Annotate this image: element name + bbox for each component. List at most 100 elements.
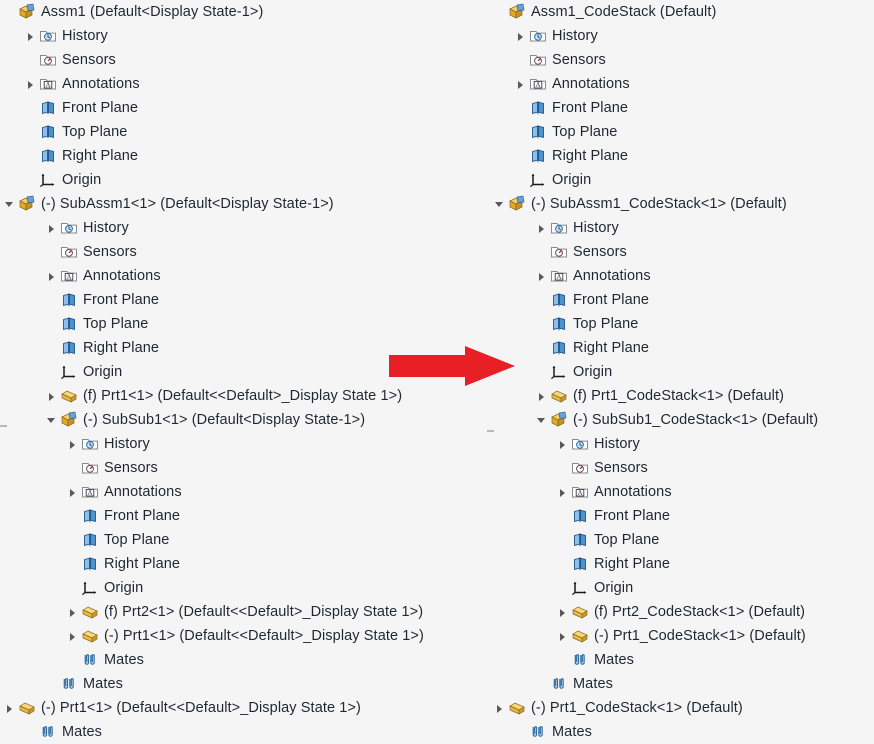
tree-node-row[interactable]: Top Plane [490, 312, 874, 336]
chevron-right-icon[interactable] [515, 79, 526, 90]
tree-node-row[interactable]: Top Plane [0, 528, 490, 552]
twisty-placeholder [46, 679, 57, 690]
tree-node-row[interactable]: (f) Prt1_CodeStack<1> (Default) [490, 384, 874, 408]
chevron-right-icon[interactable] [557, 487, 568, 498]
tree-node-row[interactable]: Mates [490, 672, 874, 696]
tree-node-row[interactable]: (-) SubSub1_CodeStack<1> (Default) [490, 408, 874, 432]
tree-node-row[interactable]: A Annotations [0, 480, 490, 504]
twisty-placeholder [536, 343, 547, 354]
tree-node-row[interactable]: Right Plane [0, 144, 490, 168]
tree-node-label: Origin [594, 580, 634, 596]
tree-node-row[interactable]: Top Plane [490, 120, 874, 144]
chevron-right-icon[interactable] [25, 79, 36, 90]
tree-node-row[interactable]: Top Plane [0, 312, 490, 336]
tree-node-row[interactable]: Sensors [0, 48, 490, 72]
tree-node-row[interactable]: History [0, 216, 490, 240]
twisty-placeholder [46, 319, 57, 330]
tree-node-label: Front Plane [83, 292, 160, 308]
chevron-right-icon[interactable] [4, 703, 15, 714]
chevron-right-icon[interactable] [25, 31, 36, 42]
tree-node-row[interactable]: A Annotations [0, 264, 490, 288]
tree-node-row[interactable]: Top Plane [490, 528, 874, 552]
tree-node-label: Mates [573, 676, 613, 692]
tree-node-row[interactable]: A Annotations [490, 72, 874, 96]
tree-node-row[interactable]: Front Plane [490, 504, 874, 528]
plane-icon [39, 147, 57, 165]
chevron-right-icon[interactable] [46, 271, 57, 282]
tree-node-row[interactable]: Sensors [490, 240, 874, 264]
tree-node-row[interactable]: Front Plane [490, 96, 874, 120]
tree-node-row[interactable]: Top Plane [0, 120, 490, 144]
twisty-placeholder [515, 151, 526, 162]
tree-node-row[interactable]: Origin [0, 168, 490, 192]
tree-node-row[interactable]: (f) Prt2_CodeStack<1> (Default) [490, 600, 874, 624]
chevron-right-icon[interactable] [46, 223, 57, 234]
plane-icon [550, 339, 568, 357]
tree-node-row[interactable]: (-) SubAssm1_CodeStack<1> (Default) [490, 192, 874, 216]
tree-node-row[interactable]: (-) Prt1_CodeStack<1> (Default) [490, 696, 874, 720]
chevron-down-icon[interactable] [536, 415, 547, 426]
tree-node-row[interactable]: Origin [490, 576, 874, 600]
tree-node-row[interactable]: (-) Prt1_CodeStack<1> (Default) [490, 624, 874, 648]
chevron-down-icon[interactable] [4, 199, 15, 210]
chevron-down-icon[interactable] [494, 199, 505, 210]
tree-node-row[interactable]: (f) Prt1<1> (Default<<Default>_Display S… [0, 384, 490, 408]
tree-node-row[interactable]: Front Plane [0, 96, 490, 120]
tree-node-row[interactable]: Right Plane [490, 144, 874, 168]
chevron-right-icon[interactable] [515, 31, 526, 42]
twisty-placeholder [515, 127, 526, 138]
chevron-right-icon[interactable] [67, 607, 78, 618]
chevron-down-icon[interactable] [46, 415, 57, 426]
tree-node-row[interactable]: Mates [0, 672, 490, 696]
chevron-right-icon[interactable] [536, 223, 547, 234]
tree-node-row[interactable]: Assm1_CodeStack (Default) [490, 0, 874, 24]
chevron-right-icon[interactable] [67, 439, 78, 450]
tree-node-row[interactable]: A Annotations [0, 72, 490, 96]
tree-node-label: (-) SubAssm1_CodeStack<1> (Default) [531, 196, 787, 212]
chevron-right-icon[interactable] [557, 631, 568, 642]
part-icon [550, 387, 568, 405]
tree-node-row[interactable]: Front Plane [0, 504, 490, 528]
tree-node-row[interactable]: Sensors [0, 240, 490, 264]
tree-node-row[interactable]: Right Plane [490, 552, 874, 576]
chevron-right-icon[interactable] [46, 391, 57, 402]
annotations-icon: A [60, 267, 78, 285]
chevron-right-icon[interactable] [557, 607, 568, 618]
tree-node-row[interactable]: Sensors [0, 456, 490, 480]
tree-node-row[interactable]: (-) Prt1<1> (Default<<Default>_Display S… [0, 696, 490, 720]
tree-node-row[interactable]: Front Plane [0, 288, 490, 312]
tree-node-row[interactable]: Mates [0, 720, 490, 744]
tree-node-row[interactable]: Sensors [490, 456, 874, 480]
twisty-placeholder [46, 247, 57, 258]
tree-node-row[interactable]: A Annotations [490, 264, 874, 288]
tree-node-row[interactable]: Mates [490, 720, 874, 744]
tree-node-row[interactable]: A Annotations [490, 480, 874, 504]
tree-node-row[interactable]: History [490, 24, 874, 48]
tree-node-row[interactable]: Mates [0, 648, 490, 672]
chevron-right-icon[interactable] [557, 439, 568, 450]
tree-node-row[interactable]: History [490, 432, 874, 456]
tree-node-row[interactable]: Right Plane [0, 552, 490, 576]
tree-node-row[interactable]: Sensors [490, 48, 874, 72]
chevron-right-icon[interactable] [67, 631, 78, 642]
tree-node-row[interactable]: (-) SubSub1<1> (Default<Display State-1>… [0, 408, 490, 432]
tree-node-row[interactable]: History [0, 432, 490, 456]
tree-node-row[interactable]: (f) Prt2<1> (Default<<Default>_Display S… [0, 600, 490, 624]
twisty-placeholder [557, 535, 568, 546]
chevron-right-icon[interactable] [494, 703, 505, 714]
tree-node-row[interactable]: Origin [490, 360, 874, 384]
assembly-icon [60, 411, 78, 429]
tree-node-row[interactable]: Right Plane [490, 336, 874, 360]
chevron-right-icon[interactable] [67, 487, 78, 498]
tree-node-row[interactable]: Front Plane [490, 288, 874, 312]
chevron-right-icon[interactable] [536, 391, 547, 402]
tree-node-row[interactable]: Origin [0, 576, 490, 600]
tree-node-row[interactable]: (-) Prt1<1> (Default<<Default>_Display S… [0, 624, 490, 648]
chevron-right-icon[interactable] [536, 271, 547, 282]
tree-node-row[interactable]: History [490, 216, 874, 240]
tree-node-row[interactable]: Assm1 (Default<Display State-1>) [0, 0, 490, 24]
tree-node-row[interactable]: (-) SubAssm1<1> (Default<Display State-1… [0, 192, 490, 216]
tree-node-row[interactable]: Mates [490, 648, 874, 672]
tree-node-row[interactable]: History [0, 24, 490, 48]
tree-node-row[interactable]: Origin [490, 168, 874, 192]
